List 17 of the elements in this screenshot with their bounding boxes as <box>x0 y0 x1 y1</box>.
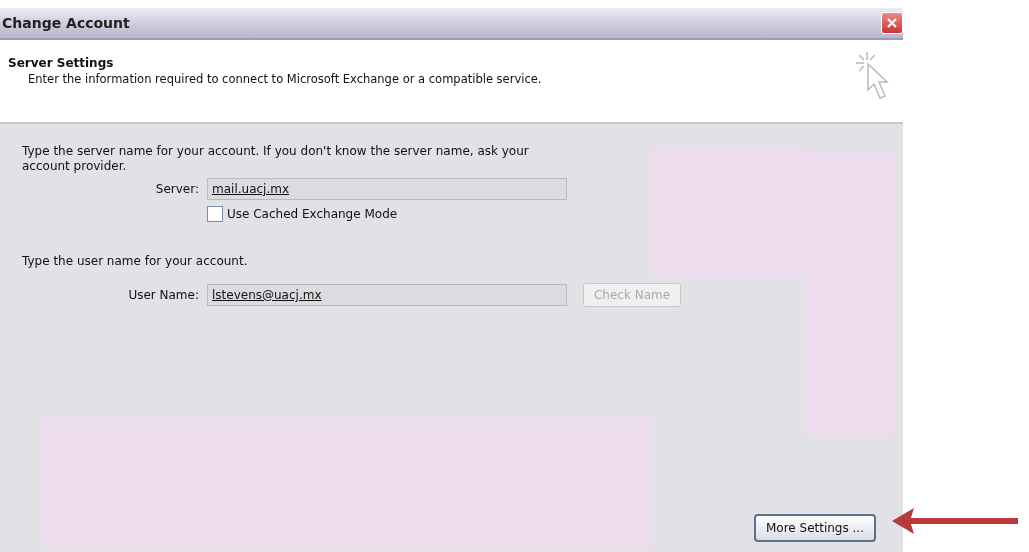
close-icon <box>886 17 898 29</box>
instruction-text: Type the server name for your account. If you don't know the server name, ask your account provider. <box>22 144 530 174</box>
close-button[interactable] <box>881 12 903 34</box>
user-name-label: User Name: <box>127 288 200 302</box>
arrow-icon <box>890 506 1020 536</box>
server-label: Server: <box>154 182 200 196</box>
more-settings-button[interactable]: More Settings ... <box>753 514 876 542</box>
section-description: Enter the information required to connect to Microsoft Exchange or a compatible service. <box>28 72 542 86</box>
user-name-value: lstevens@uacj.mx <box>212 288 322 302</box>
server-field[interactable]: mail.uacj.mx <box>207 178 567 200</box>
window-title: Change Account <box>2 15 130 31</box>
checkbox-label: Use Cached Exchange Mode <box>227 207 398 221</box>
checkbox[interactable] <box>207 206 223 222</box>
user-name-field[interactable]: lstevens@uacj.mx <box>207 284 567 306</box>
section-title: Server Settings <box>8 56 115 70</box>
server-value: mail.uacj.mx <box>212 182 290 196</box>
instruction-text: Type the user name for your account. <box>22 254 249 269</box>
